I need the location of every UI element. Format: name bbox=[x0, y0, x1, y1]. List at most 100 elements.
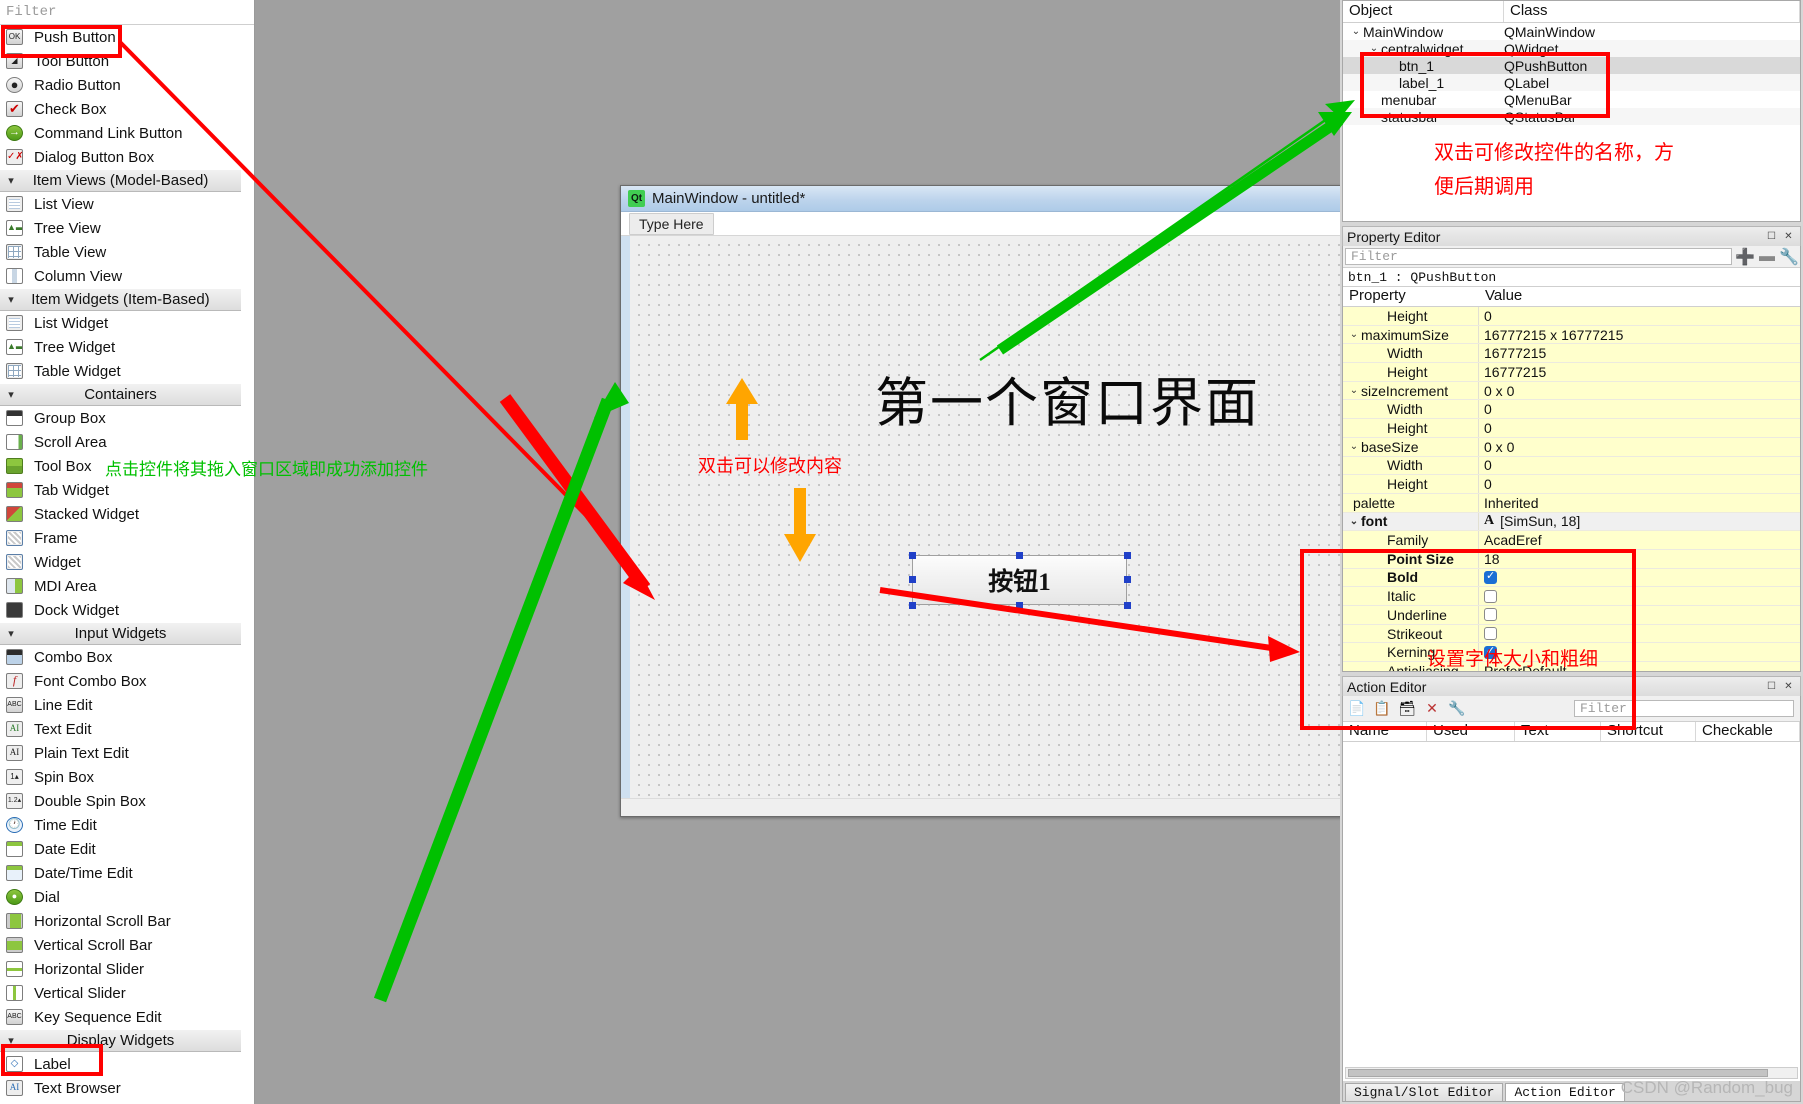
property-value-cell[interactable]: 16777215 bbox=[1479, 364, 1800, 380]
widget-category-display-widgets[interactable]: ▾ Display Widgets bbox=[0, 1029, 241, 1052]
column-header-text[interactable]: Text bbox=[1515, 722, 1601, 741]
column-header-property[interactable]: Property bbox=[1343, 287, 1479, 306]
chevron-down-icon[interactable]: ⌄ bbox=[1367, 43, 1381, 54]
property-value-cell[interactable]: 0 x 0 bbox=[1479, 383, 1800, 399]
delete-action-icon[interactable]: ✕ bbox=[1421, 698, 1443, 719]
widget-item-dial[interactable]: ● Dial bbox=[0, 885, 241, 909]
property-row-height[interactable]: Height 16777215 bbox=[1343, 363, 1800, 382]
chevron-down-icon[interactable]: ⌄ bbox=[1349, 26, 1363, 37]
widget-category-input-widgets[interactable]: ▾ Input Widgets bbox=[0, 622, 241, 645]
object-row-menubar[interactable]: menubar QMenuBar bbox=[1343, 91, 1800, 108]
property-value-cell[interactable]: 0 bbox=[1479, 308, 1800, 324]
chevron-down-icon[interactable]: ⌄ bbox=[1347, 329, 1361, 340]
widget-item-spin-box[interactable]: 1▴ Spin Box bbox=[0, 765, 241, 789]
property-row-strikeout[interactable]: Strikeout bbox=[1343, 624, 1800, 644]
widget-category-containers[interactable]: ▾ Containers bbox=[0, 383, 241, 406]
float-icon[interactable]: ☐ bbox=[1764, 680, 1779, 694]
action-list[interactable] bbox=[1343, 742, 1800, 1081]
property-row-point-size[interactable]: Point Size 18 bbox=[1343, 549, 1800, 569]
widget-item-tree-widget[interactable]: ▲▬ Tree Widget bbox=[0, 335, 241, 359]
widget-item-check-box[interactable]: ✔ Check Box bbox=[0, 97, 241, 121]
widget-box-filter-input[interactable]: Filter bbox=[0, 0, 254, 25]
property-value-cell[interactable]: A [SimSun, 18] bbox=[1479, 513, 1800, 529]
widget-item-list-view[interactable]: List View bbox=[0, 192, 241, 216]
add-property-icon[interactable]: ➕ bbox=[1734, 247, 1756, 267]
property-row-family[interactable]: Family AcadEref bbox=[1343, 531, 1800, 550]
widget-item-stacked-widget[interactable]: Stacked Widget bbox=[0, 502, 241, 526]
btn-1-widget[interactable]: 按钮1 bbox=[912, 555, 1127, 605]
widget-item-text-browser[interactable]: AI Text Browser bbox=[0, 1076, 241, 1100]
property-value-cell[interactable]: 0 bbox=[1479, 476, 1800, 492]
column-header-value[interactable]: Value bbox=[1479, 287, 1800, 306]
property-value-cell[interactable]: 0 bbox=[1479, 401, 1800, 417]
property-value-cell[interactable]: 0 bbox=[1479, 420, 1800, 436]
property-value-cell[interactable]: 0 x 0 bbox=[1479, 439, 1800, 455]
property-row-underline[interactable]: Underline bbox=[1343, 606, 1800, 625]
object-row-btn_1[interactable]: btn_1 QPushButton bbox=[1343, 57, 1800, 74]
scrollbar-thumb[interactable] bbox=[1348, 1069, 1768, 1077]
property-row-palette[interactable]: palette Inherited bbox=[1343, 493, 1800, 513]
widget-item-double-spin-box[interactable]: 1.2▴ Double Spin Box bbox=[0, 789, 241, 813]
designed-main-window-form[interactable]: Qt MainWindow - untitled* – ✕ Type Here … bbox=[620, 185, 1432, 817]
property-row-font[interactable]: ⌄ font A [SimSun, 18] bbox=[1343, 512, 1800, 532]
property-row-sizeincrement[interactable]: ⌄ sizeIncrement 0 x 0 bbox=[1343, 381, 1800, 401]
selection-handle-mr[interactable] bbox=[1124, 576, 1131, 583]
widget-item-dock-widget[interactable]: Dock Widget bbox=[0, 598, 241, 622]
widget-item-tool-button[interactable]: ◢ Tool Button bbox=[0, 49, 241, 73]
property-value-cell[interactable] bbox=[1479, 608, 1800, 622]
property-checkbox[interactable] bbox=[1484, 569, 1497, 584]
chevron-down-icon[interactable]: ⌄ bbox=[1347, 385, 1361, 396]
column-header-checkable[interactable]: Checkable bbox=[1696, 722, 1800, 741]
widget-item-label[interactable]: ◇ Label bbox=[0, 1052, 241, 1076]
column-header-class[interactable]: Class bbox=[1504, 1, 1800, 22]
selection-handle-br[interactable] bbox=[1124, 602, 1131, 609]
widget-item-vertical-scroll-bar[interactable]: Vertical Scroll Bar bbox=[0, 933, 241, 957]
selection-handle-ml[interactable] bbox=[909, 576, 916, 583]
widget-item-horizontal-scroll-bar[interactable]: Horizontal Scroll Bar bbox=[0, 909, 241, 933]
widget-item-plain-text-edit[interactable]: AI Plain Text Edit bbox=[0, 741, 241, 765]
widget-item-vertical-slider[interactable]: Vertical Slider bbox=[0, 981, 241, 1005]
property-value-cell[interactable]: Inherited bbox=[1479, 495, 1800, 511]
widget-item-table-view[interactable]: Table View bbox=[0, 240, 241, 264]
selection-handle-tl[interactable] bbox=[909, 552, 916, 559]
widget-item-tree-view[interactable]: ▲▬ Tree View bbox=[0, 216, 241, 240]
design-canvas-area[interactable]: Qt MainWindow - untitled* – ✕ Type Here … bbox=[255, 0, 1432, 1104]
chevron-down-icon[interactable]: ⌄ bbox=[1347, 441, 1361, 452]
widget-item-font-combo-box[interactable]: f Font Combo Box bbox=[0, 669, 241, 693]
property-value-cell[interactable]: 16777215 x 16777215 bbox=[1479, 327, 1800, 343]
action-filter-input[interactable]: Filter bbox=[1574, 700, 1794, 717]
widget-box-scroll-region[interactable]: OK Push Button ◢ Tool Button ● Radio Button ✔ C… bbox=[0, 25, 254, 1104]
property-row-height[interactable]: Height 0 bbox=[1343, 307, 1800, 326]
widget-item-dialog-button-box[interactable]: ✓✗ Dialog Button Box bbox=[0, 145, 241, 169]
object-row-statusbar[interactable]: statusbar QStatusBar bbox=[1343, 108, 1800, 125]
widget-item-column-view[interactable]: Column View bbox=[0, 264, 241, 288]
paste-action-icon[interactable]: 🗃 bbox=[1396, 698, 1418, 719]
property-checkbox[interactable] bbox=[1484, 608, 1497, 622]
widget-item-tab-widget[interactable]: Tab Widget bbox=[0, 478, 241, 502]
form-menubar[interactable]: Type Here bbox=[621, 212, 1431, 236]
widget-item-table-widget[interactable]: Table Widget bbox=[0, 359, 241, 383]
widget-category-item-views-model-based-[interactable]: ▾ Item Views (Model-Based) bbox=[0, 169, 241, 192]
widget-item-time-edit[interactable]: 🕐 Time Edit bbox=[0, 813, 241, 837]
widget-item-combo-box[interactable]: Combo Box bbox=[0, 645, 241, 669]
property-value-cell[interactable]: 18 bbox=[1479, 551, 1800, 567]
widget-item-radio-button[interactable]: ● Radio Button bbox=[0, 73, 241, 97]
tab-action-editor[interactable]: Action Editor bbox=[1505, 1083, 1625, 1101]
selection-handle-bl[interactable] bbox=[909, 602, 916, 609]
widget-item-frame[interactable]: Frame bbox=[0, 526, 241, 550]
menubar-type-here-placeholder[interactable]: Type Here bbox=[629, 212, 714, 235]
remove-property-icon[interactable]: ▬ bbox=[1756, 247, 1778, 267]
property-checkbox[interactable] bbox=[1484, 627, 1497, 641]
edit-action-icon[interactable]: 🔧 bbox=[1446, 698, 1468, 719]
widget-item-command-link-button[interactable]: → Command Link Button bbox=[0, 121, 241, 145]
widget-item-line-edit[interactable]: ABC Line Edit bbox=[0, 693, 241, 717]
property-row-height[interactable]: Height 0 bbox=[1343, 419, 1800, 438]
property-row-width[interactable]: Width 0 bbox=[1343, 456, 1800, 476]
widget-item-date-time-edit[interactable]: Date/Time Edit bbox=[0, 861, 241, 885]
widget-item-list-widget[interactable]: List Widget bbox=[0, 311, 241, 335]
property-filter-input[interactable]: Filter bbox=[1345, 248, 1732, 265]
property-value-cell[interactable] bbox=[1479, 627, 1800, 641]
property-row-maximumsize[interactable]: ⌄ maximumSize 16777215 x 16777215 bbox=[1343, 325, 1800, 345]
widget-category-item-widgets-item-based-[interactable]: ▾ Item Widgets (Item-Based) bbox=[0, 288, 241, 311]
selection-handle-tc[interactable] bbox=[1016, 552, 1023, 559]
